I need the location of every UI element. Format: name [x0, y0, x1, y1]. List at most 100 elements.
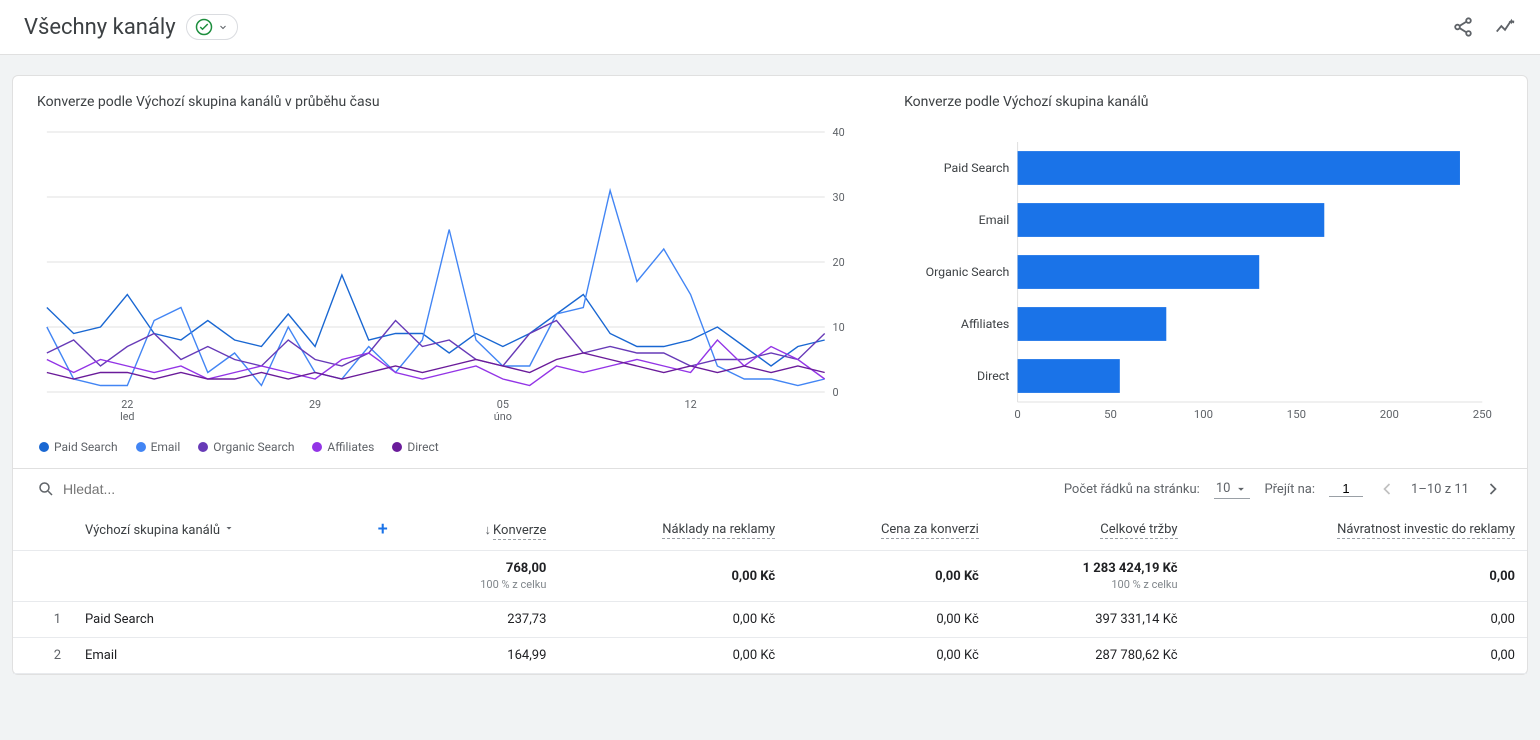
row-index: 2 — [13, 638, 73, 674]
row-cell: 237,73 — [408, 602, 559, 638]
table-header-index — [13, 509, 73, 551]
search-icon — [37, 480, 55, 498]
dimension-label: Výchozí skupina kanálů — [85, 523, 220, 538]
row-cell: 287 780,62 Kč — [991, 638, 1190, 674]
table-header-metric-1[interactable]: Náklady na reklamy — [558, 509, 787, 551]
chevron-left-icon — [1377, 479, 1397, 499]
svg-text:0: 0 — [833, 386, 839, 399]
legend-dot — [312, 442, 322, 452]
page-header: Všechny kanály — [0, 0, 1540, 55]
rows-per-page-value: 10 — [1216, 481, 1231, 496]
status-pill[interactable] — [186, 14, 238, 40]
caret-down-icon — [1234, 482, 1248, 496]
table-header-metric-4[interactable]: Návratnost investic do reklamy — [1190, 509, 1527, 551]
legend-item[interactable]: Paid Search — [39, 440, 118, 454]
legend-label: Paid Search — [54, 440, 118, 454]
svg-text:12: 12 — [684, 398, 696, 411]
legend-label: Direct — [407, 440, 438, 454]
row-cell: 164,99 — [408, 638, 559, 674]
row-dimension: Email — [73, 638, 408, 674]
line-chart: 01020304022led2905úno12 — [37, 122, 864, 432]
legend-dot — [39, 442, 49, 452]
row-cell: 397 331,14 Kč — [991, 602, 1190, 638]
bar-chart-column: Konverze podle Výchozí skupina kanálů 0 5… — [904, 94, 1503, 468]
row-cell: 0,00 — [1190, 638, 1527, 674]
legend-label: Organic Search — [213, 440, 294, 454]
search-input[interactable] — [63, 481, 263, 497]
totals-cell: 768,00100 % z celku — [408, 551, 559, 602]
legend-label: Email — [151, 440, 181, 454]
page-title: Všechny kanály — [24, 15, 176, 40]
page-header-left: Všechny kanály — [24, 14, 238, 40]
svg-text:led: led — [120, 410, 134, 423]
svg-text:Affiliates: Affiliates — [961, 317, 1009, 331]
next-page-button[interactable] — [1483, 479, 1503, 499]
totals-cell: 0,00 — [1190, 551, 1527, 602]
row-index: 1 — [13, 602, 73, 638]
line-chart-title: Konverze podle Výchozí skupina kanálů v … — [37, 94, 864, 110]
insights-button[interactable] — [1494, 16, 1516, 38]
share-icon — [1452, 16, 1474, 38]
page-header-right — [1452, 16, 1516, 38]
svg-text:10: 10 — [833, 321, 845, 334]
svg-text:Organic Search: Organic Search — [926, 265, 1010, 279]
table-toolbar: Počet řádků na stránku: 10 Přejít na: 1–… — [13, 468, 1527, 509]
legend-dot — [392, 442, 402, 452]
svg-text:29: 29 — [309, 398, 321, 411]
bar-chart: 050100150200250Paid SearchEmailOrganic S… — [904, 122, 1503, 432]
legend-item[interactable]: Direct — [392, 440, 438, 454]
line-chart-column: Konverze podle Výchozí skupina kanálů v … — [37, 94, 864, 468]
svg-text:Email: Email — [979, 213, 1010, 227]
caret-down-icon — [223, 522, 235, 534]
svg-text:100: 100 — [1194, 408, 1213, 421]
row-cell: 0,00 Kč — [787, 638, 991, 674]
goto-label: Přejít na: — [1264, 482, 1315, 497]
row-cell: 0,00 — [1190, 602, 1527, 638]
spark-line-icon — [1494, 16, 1516, 38]
totals-cell: 0,00 Kč — [558, 551, 787, 602]
legend-item[interactable]: Affiliates — [312, 440, 374, 454]
goto-input[interactable] — [1329, 481, 1363, 497]
svg-text:40: 40 — [833, 126, 845, 139]
legend-dot — [136, 442, 146, 452]
check-circle-icon — [195, 18, 213, 36]
legend-item[interactable]: Email — [136, 440, 181, 454]
table-row[interactable]: 1Paid Search237,730,00 Kč0,00 Kč397 331,… — [13, 602, 1527, 638]
report-card: Konverze podle Výchozí skupina kanálů v … — [12, 75, 1528, 675]
svg-text:20: 20 — [833, 256, 845, 269]
legend-dot — [198, 442, 208, 452]
row-cell: 0,00 Kč — [787, 602, 991, 638]
chart-legend: Paid Search Email Organic Search Affiliates… — [39, 440, 864, 454]
svg-text:Direct: Direct — [977, 369, 1009, 383]
totals-cell: 1 283 424,19 Kč100 % z celku — [991, 551, 1190, 602]
table-header-dimension[interactable]: Výchozí skupina kanálů + — [73, 509, 408, 551]
svg-text:250: 250 — [1473, 408, 1492, 421]
rows-per-page-label: Počet řádků na stránku: — [1064, 482, 1200, 497]
legend-label: Affiliates — [327, 440, 374, 454]
table-row[interactable]: 2Email164,990,00 Kč0,00 Kč287 780,62 Kč0… — [13, 638, 1527, 674]
table-header-metric-2[interactable]: Cena za konverzi — [787, 509, 991, 551]
totals-cell: 0,00 Kč — [787, 551, 991, 602]
row-cell: 0,00 Kč — [558, 638, 787, 674]
table-totals-row: 768,00100 % z celku0,00 Kč0,00 Kč1 283 4… — [13, 551, 1527, 602]
add-dimension-button[interactable]: + — [378, 519, 388, 540]
toolbar-right: Počet řádků na stránku: 10 Přejít na: 1–… — [1064, 479, 1503, 499]
table-header-metric-0[interactable]: ↓Konverze — [408, 509, 559, 551]
search-box[interactable] — [37, 480, 1064, 498]
charts-row: Konverze podle Výchozí skupina kanálů v … — [37, 94, 1503, 468]
toolbar-left — [37, 480, 1064, 498]
share-button[interactable] — [1452, 16, 1474, 38]
rows-per-page-select[interactable]: 10 — [1214, 479, 1251, 499]
svg-text:50: 50 — [1104, 408, 1117, 421]
svg-text:0: 0 — [1014, 408, 1020, 421]
prev-page-button[interactable] — [1377, 479, 1397, 499]
data-table: Výchozí skupina kanálů + ↓Konverze Nákla… — [13, 509, 1527, 674]
svg-text:200: 200 — [1380, 408, 1399, 421]
svg-text:30: 30 — [833, 191, 845, 204]
bar-chart-title: Konverze podle Výchozí skupina kanálů — [904, 94, 1503, 110]
svg-text:úno: úno — [494, 410, 512, 423]
table-header-metric-3[interactable]: Celkové tržby — [991, 509, 1190, 551]
legend-item[interactable]: Organic Search — [198, 440, 294, 454]
row-cell: 0,00 Kč — [558, 602, 787, 638]
svg-text:Paid Search: Paid Search — [944, 161, 1010, 175]
